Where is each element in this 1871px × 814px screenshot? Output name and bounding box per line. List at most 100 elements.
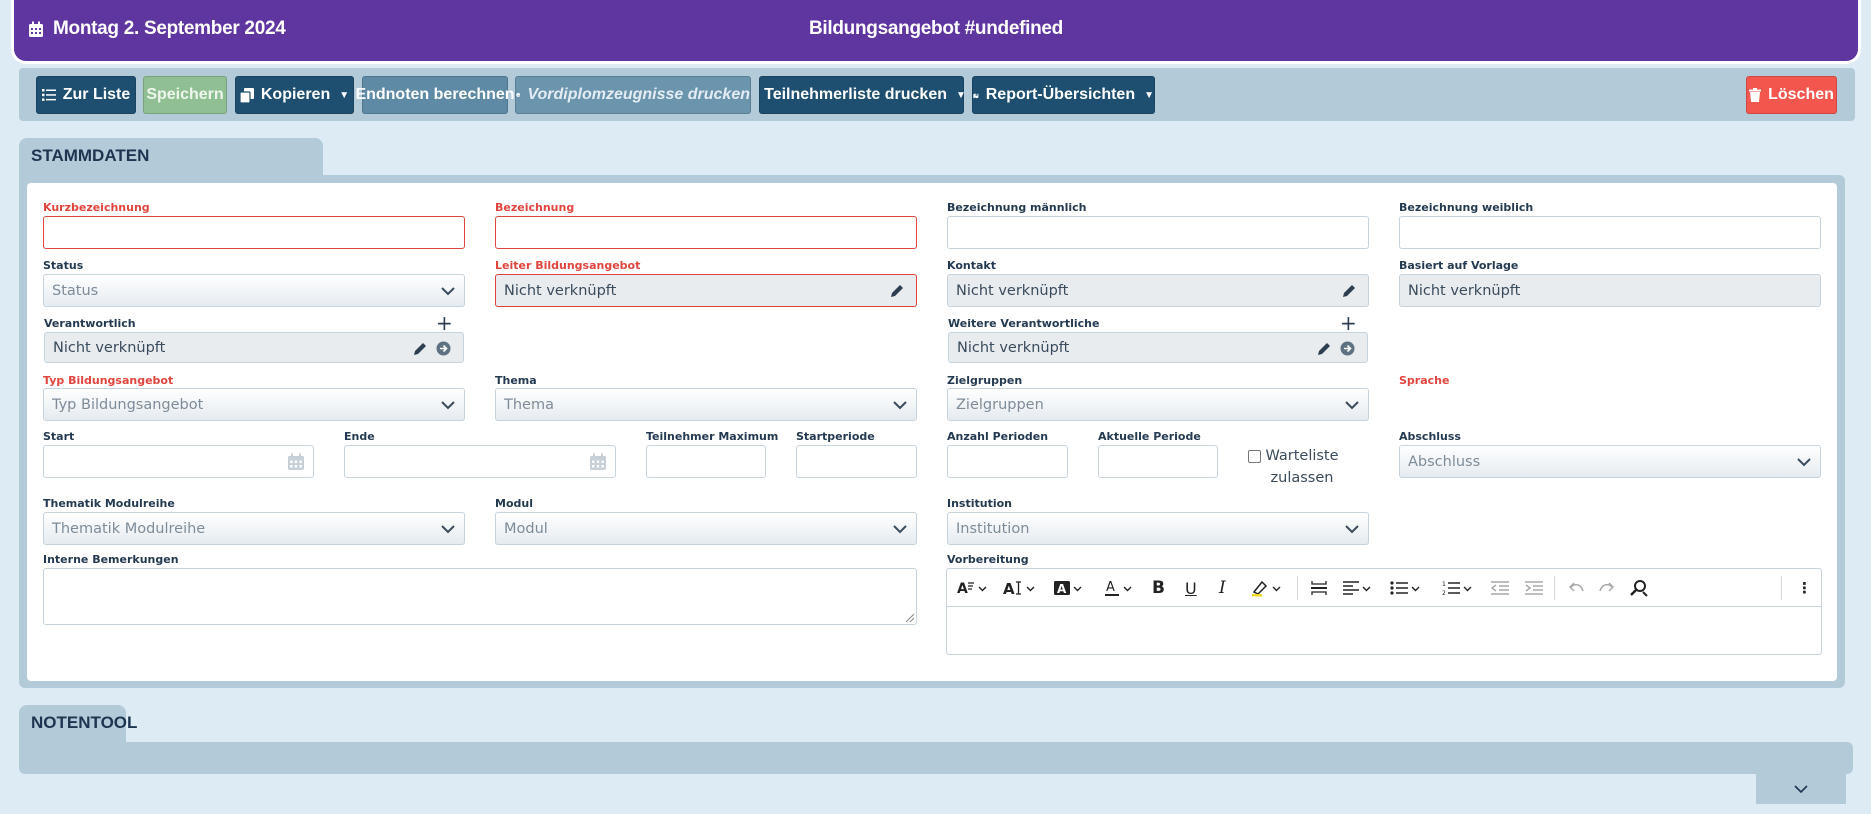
arrow-circle-right-icon[interactable] <box>1340 341 1355 356</box>
label-bezeichnung: Bezeichnung <box>495 201 575 214</box>
font-family-button[interactable]: A <box>957 578 987 598</box>
kurzbezeichnung-input[interactable] <box>43 216 465 249</box>
label-thema: Thema <box>495 374 537 387</box>
label-thematik-modulreihe: Thematik Modulreihe <box>43 497 175 510</box>
label-modul: Modul <box>495 497 533 510</box>
final-grades-button[interactable]: Endnoten berechnen <box>355 76 515 114</box>
calendar-icon[interactable] <box>589 453 607 471</box>
bold-icon[interactable]: B <box>1152 578 1165 598</box>
page-title: Bildungsangebot #undefined <box>809 18 1063 39</box>
print-participants-button[interactable]: Teilnehmerliste drucken ▼ <box>759 76 966 114</box>
anzahl-perioden-input[interactable] <box>947 445 1068 478</box>
label-verantwortlich: Verantwortlich <box>44 317 136 330</box>
more-options-icon[interactable]: ⋮ <box>1797 578 1812 598</box>
thema-select[interactable]: Thema <box>495 388 917 421</box>
find-replace-icon[interactable] <box>1630 578 1648 598</box>
save-button[interactable]: Speichern <box>143 76 227 114</box>
indent-icon[interactable] <box>1525 578 1543 598</box>
font-size-button[interactable]: A <box>1003 578 1035 598</box>
chevron-down-icon <box>1345 525 1359 534</box>
align-button[interactable] <box>1343 578 1371 598</box>
report-overview-button[interactable]: Report-Übersichten ▼ <box>972 76 1155 114</box>
app-header: Montag 2. September 2024 Bildungsangebot… <box>14 0 1858 61</box>
pencil-icon[interactable] <box>413 342 427 356</box>
label-abschluss: Abschluss <box>1399 430 1461 443</box>
add-weitere-verantwortliche-icon[interactable]: + <box>1340 313 1357 333</box>
svg-text:A: A <box>957 581 968 596</box>
redo-icon[interactable] <box>1598 578 1616 598</box>
modul-select[interactable]: Modul <box>495 512 917 545</box>
bezeichnung-maennlich-input[interactable] <box>947 216 1369 249</box>
expand-panel-button[interactable] <box>1756 774 1846 804</box>
abschluss-select[interactable]: Abschluss <box>1399 445 1821 478</box>
toolbar: Zur Liste Speichern Kopieren ▼ Endnoten … <box>19 68 1855 121</box>
pencil-icon[interactable] <box>890 284 904 298</box>
align-left-icon <box>1343 581 1359 595</box>
find-replace-glyph <box>1630 580 1648 597</box>
end-date-input[interactable] <box>344 445 616 478</box>
label-vorbereitung: Vorbereitung <box>947 553 1029 566</box>
label-teilnehmer-maximum: Teilnehmer Maximum <box>646 430 779 443</box>
bezeichnung-weiblich-input[interactable] <box>1399 216 1821 249</box>
resize-handle-icon[interactable] <box>905 613 914 622</box>
label-bezeichnung-weiblich: Bezeichnung weiblich <box>1399 201 1534 214</box>
undo-icon[interactable] <box>1567 578 1585 598</box>
svg-text:A: A <box>1057 582 1067 596</box>
label-startperiode: Startperiode <box>796 430 875 443</box>
start-date-input[interactable] <box>43 445 314 478</box>
chevron-down-icon <box>1345 401 1359 410</box>
pencil-icon[interactable] <box>1317 342 1331 356</box>
to-list-button[interactable]: Zur Liste <box>36 76 136 114</box>
chevron-down-icon <box>1794 785 1808 794</box>
font-color-button[interactable]: A <box>1104 578 1132 598</box>
italic-icon[interactable]: I <box>1219 578 1226 598</box>
startperiode-input[interactable] <box>796 445 917 478</box>
arrow-circle-right-icon[interactable] <box>436 341 451 356</box>
aktuelle-periode-input[interactable] <box>1098 445 1218 478</box>
copy-button[interactable]: Kopieren ▼ <box>235 76 354 114</box>
verantwortlich-link-field[interactable]: Nicht verknüpft <box>44 332 464 363</box>
delete-button[interactable]: Löschen <box>1746 76 1837 114</box>
chevron-down-icon <box>441 401 455 410</box>
tab-stammdaten[interactable]: STAMMDATEN <box>19 138 323 180</box>
label-kontakt: Kontakt <box>947 259 996 272</box>
warteliste-checkbox[interactable] <box>1248 450 1261 463</box>
underline-icon[interactable]: U <box>1185 578 1197 598</box>
calendar-icon[interactable] <box>287 453 305 471</box>
leiter-link-field[interactable]: Nicht verknüpft <box>495 274 917 307</box>
zielgruppen-select[interactable]: Zielgruppen <box>947 388 1369 421</box>
pencil-icon[interactable] <box>1342 284 1356 298</box>
label-interne-bemerkungen: Interne Bemerkungen <box>43 553 179 566</box>
thematik-modulreihe-select[interactable]: Thematik Modulreihe <box>43 512 465 545</box>
weitere-verantwortliche-link-field[interactable]: Nicht verknüpft <box>948 332 1368 363</box>
chevron-down-icon <box>1123 586 1132 591</box>
chevron-down-icon <box>441 287 455 296</box>
kontakt-link-field[interactable]: Nicht verknüpft <box>947 274 1369 307</box>
add-verantwortlich-icon[interactable]: + <box>436 313 453 333</box>
label-kurzbezeichnung: Kurzbezeichnung <box>43 201 150 214</box>
horizontal-line-icon[interactable] <box>1309 578 1329 598</box>
editor-content-area[interactable] <box>947 607 1821 655</box>
bulleted-list-icon <box>1390 581 1408 595</box>
bezeichnung-input[interactable] <box>495 216 917 249</box>
typ-select[interactable]: Typ Bildungsangebot <box>43 388 465 421</box>
status-select[interactable]: Status <box>43 274 465 307</box>
toolbar-separator <box>1297 576 1298 600</box>
vorbereitung-editor[interactable]: A A A A B U I 1 2 ⋮ <box>946 568 1822 655</box>
highlight-button[interactable] <box>1251 578 1281 598</box>
caret-down-icon: ▼ <box>1144 89 1154 101</box>
label-bezeichnung-maennlich: Bezeichnung männlich <box>947 201 1087 214</box>
caret-down-icon: ▼ <box>339 89 350 101</box>
teilnehmer-maximum-input[interactable] <box>646 445 766 478</box>
tab-notentool[interactable]: NOTENTOOL <box>19 705 137 745</box>
bulleted-list-button[interactable] <box>1390 578 1420 598</box>
print-prediploma-button[interactable]: Vordiplomzeugnisse drucken <box>515 76 751 114</box>
label-weitere-verantwortliche: Weitere Verantwortliche <box>948 317 1100 330</box>
interne-bemerkungen-textarea[interactable] <box>43 568 917 625</box>
label-ende: Ende <box>344 430 375 443</box>
institution-select[interactable]: Institution <box>947 512 1369 545</box>
numbered-list-button[interactable]: 12 <box>1442 578 1472 598</box>
background-color-button[interactable]: A <box>1054 578 1082 598</box>
outdent-icon[interactable] <box>1491 578 1509 598</box>
label-anzahl-perioden: Anzahl Perioden <box>947 430 1049 443</box>
